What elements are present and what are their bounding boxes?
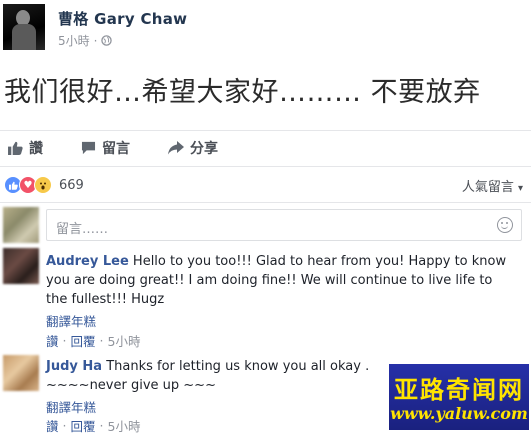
like-label: 讚	[29, 141, 43, 157]
comment-button[interactable]: 留言	[81, 138, 130, 158]
post-meta: 5小時 ·	[58, 32, 113, 49]
post-time[interactable]: 5小時	[58, 32, 90, 49]
commenter-name[interactable]: Judy Ha	[46, 359, 102, 374]
chevron-down-icon: ▾	[517, 183, 523, 194]
separator: ·	[62, 418, 67, 433]
reaction-count[interactable]: 669	[59, 178, 84, 193]
divider-top	[0, 130, 531, 131]
meta-separator: ·	[93, 33, 98, 48]
separator: ·	[99, 418, 104, 433]
comment-input-placeholder: 留言……	[56, 222, 109, 237]
watermark-title: 亚路奇闻网	[394, 375, 524, 404]
smiley-icon[interactable]	[497, 217, 513, 233]
post-message: 我们很好…希望大家好……… 不要放弃	[4, 77, 481, 108]
comment-reply-link[interactable]: 回覆	[71, 331, 96, 350]
comment-label: 留言	[102, 141, 130, 157]
comment-reply-link[interactable]: 回覆	[71, 416, 96, 435]
commenter-name[interactable]: Audrey Lee	[46, 254, 129, 269]
comment-time[interactable]: 5小時	[108, 331, 141, 350]
commenter-avatar[interactable]	[3, 248, 39, 284]
commenter-avatar[interactable]	[3, 355, 39, 391]
comment-like-link[interactable]: 讚	[46, 416, 59, 435]
share-arrow-icon	[168, 141, 184, 155]
speech-bubble-icon	[81, 141, 96, 155]
watermark-logo: 亚路奇闻网 www.yaluw.com	[389, 364, 529, 430]
sort-label: 人氣留言	[461, 180, 514, 195]
comment-body: Audrey Lee Hello to you too!!! Glad to h…	[46, 252, 516, 309]
share-button[interactable]: 分享	[168, 138, 218, 158]
avatar-figure-body	[12, 24, 36, 50]
translate-link[interactable]: 翻譯年糕	[46, 311, 96, 330]
post-author-name[interactable]: 曹格 Gary Chaw	[58, 8, 187, 29]
comment-actions: 讚 · 回覆 · 5小時	[46, 331, 140, 350]
comment-text: Thanks for letting us know you all okay …	[106, 359, 370, 374]
separator: ·	[62, 333, 67, 348]
globe-icon[interactable]	[101, 35, 113, 46]
like-button[interactable]: 讚	[8, 138, 43, 158]
divider-reactions	[0, 202, 531, 203]
wow-reaction-icon	[34, 176, 52, 194]
separator: ·	[99, 333, 104, 348]
comment-input[interactable]: 留言……	[46, 209, 522, 241]
share-label: 分享	[190, 141, 218, 157]
author-avatar[interactable]	[3, 4, 45, 50]
thumbs-up-icon	[8, 141, 23, 155]
comment-time[interactable]: 5小時	[108, 416, 141, 435]
comment-actions: 讚 · 回覆 · 5小時	[46, 416, 140, 435]
post-actions-bar: 讚 留言 分享	[0, 134, 531, 162]
comment-sort-dropdown[interactable]: 人氣留言 ▾	[462, 176, 523, 195]
reaction-icons[interactable]: ♥	[4, 176, 52, 194]
watermark-url: www.yaluw.com	[390, 404, 528, 423]
reactions-row: ♥ 669 人氣留言 ▾	[0, 172, 531, 198]
comment-like-link[interactable]: 讚	[46, 331, 59, 350]
divider-actions	[0, 166, 531, 167]
translate-link[interactable]: 翻譯年糕	[46, 397, 96, 416]
current-user-avatar	[3, 207, 39, 243]
